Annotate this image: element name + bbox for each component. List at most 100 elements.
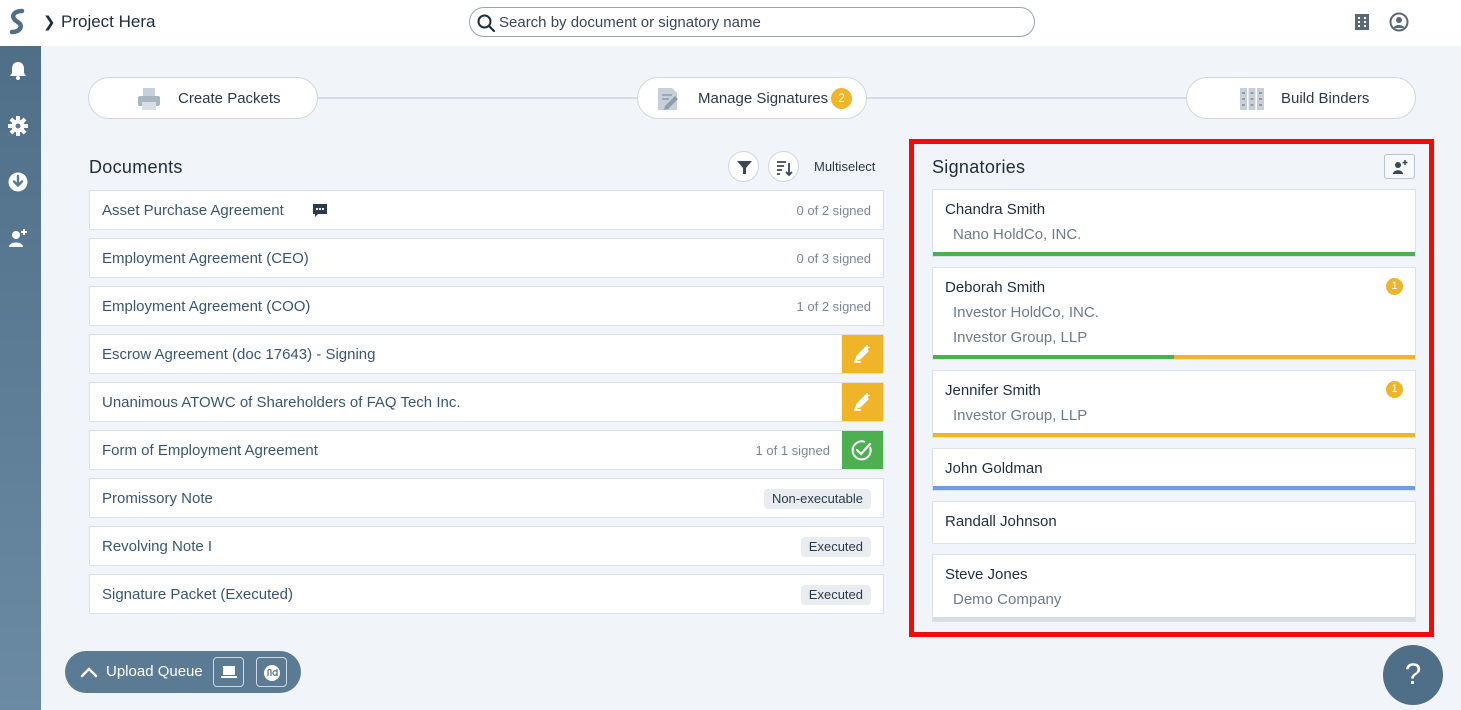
- signatory-name: Chandra Smith: [945, 201, 1046, 218]
- add-signatory-button[interactable]: [1384, 154, 1415, 179]
- document-row[interactable]: Employment Agreement (COO) 1 of 2 signed: [89, 286, 884, 326]
- document-name: Signature Packet (Executed): [102, 586, 293, 603]
- signatory-name: John Goldman: [945, 460, 1043, 477]
- signatory-card[interactable]: Deborah Smith 1 Investor HoldCo, INC. In…: [932, 267, 1416, 360]
- building-icon[interactable]: [1352, 12, 1372, 32]
- pending-count-badge: 1: [1386, 381, 1403, 398]
- sort-icon: [777, 161, 793, 177]
- laptop-icon: [221, 666, 237, 678]
- status-badge: Non-executable: [763, 489, 871, 509]
- filter-button[interactable]: [728, 151, 759, 182]
- upload-netdocs-button[interactable]: [256, 657, 287, 687]
- signing-progress-bar: [933, 252, 1415, 256]
- signing-progress-bar: [933, 433, 1415, 437]
- document-row[interactable]: Asset Purchase Agreement 0 of 2 signed: [89, 190, 884, 230]
- bell-icon[interactable]: [7, 59, 29, 81]
- signing-progress-bar: [933, 617, 1415, 621]
- signatories-title: Signatories: [932, 157, 1026, 177]
- filter-icon: [737, 161, 752, 174]
- document-name: Unanimous ATOWC of Shareholders of FAQ T…: [102, 394, 461, 411]
- signatory-org: Demo Company: [953, 591, 1062, 608]
- document-row[interactable]: Form of Employment Agreement 1 of 1 sign…: [89, 430, 884, 470]
- pending-count-badge: 1: [1386, 278, 1403, 295]
- upload-queue-label[interactable]: Upload Queue: [106, 663, 203, 680]
- app-logo-icon[interactable]: [6, 8, 28, 36]
- search-box[interactable]: [469, 7, 1035, 37]
- status-badge: Executed: [800, 585, 871, 605]
- signatory-org: Investor Group, LLP: [953, 329, 1088, 346]
- document-name: Form of Employment Agreement: [102, 442, 318, 459]
- search-input[interactable]: [499, 12, 1019, 32]
- pending-count-badge: 2: [831, 88, 852, 109]
- sign-action-button[interactable]: [842, 383, 883, 421]
- signatory-org: Investor HoldCo, INC.: [953, 304, 1099, 321]
- documents-title: Documents: [89, 157, 183, 177]
- signatory-card[interactable]: Jennifer Smith 1 Investor Group, LLP: [932, 370, 1416, 438]
- printer-icon: [138, 88, 160, 110]
- document-row[interactable]: Revolving Note I Executed: [89, 526, 884, 566]
- upload-local-button[interactable]: [213, 657, 244, 687]
- document-name: Employment Agreement (COO): [102, 298, 311, 315]
- signatory-org: Nano HoldCo, INC.: [953, 226, 1082, 243]
- signatory-name: Jennifer Smith: [945, 382, 1041, 399]
- document-name: Employment Agreement (CEO): [102, 250, 309, 267]
- step-manage-signatures[interactable]: Manage Signatures 2: [637, 77, 867, 119]
- left-rail: [0, 46, 41, 710]
- gear-icon[interactable]: [7, 115, 29, 137]
- sign-action-button[interactable]: [842, 335, 883, 373]
- comment-icon[interactable]: [312, 203, 328, 219]
- signed-status: 0 of 2 signed: [796, 203, 871, 218]
- signing-progress-bar: [933, 486, 1415, 490]
- pen-sign-icon: [854, 345, 870, 363]
- workflow-connector: [866, 97, 1187, 99]
- pen-sign-icon: [854, 393, 870, 411]
- document-name: Revolving Note I: [102, 538, 213, 555]
- help-button[interactable]: ?: [1383, 645, 1443, 705]
- step-build-binders[interactable]: Build Binders: [1186, 77, 1416, 119]
- document-row[interactable]: Signature Packet (Executed) Executed: [89, 574, 884, 614]
- complete-action-button[interactable]: [842, 431, 883, 469]
- signatory-name: Steve Jones: [945, 566, 1028, 583]
- step-create-packets[interactable]: Create Packets: [88, 77, 318, 119]
- signed-status: 0 of 3 signed: [796, 251, 871, 266]
- document-name: Promissory Note: [102, 490, 213, 507]
- add-user-icon: [1393, 160, 1408, 174]
- sort-button[interactable]: [768, 151, 799, 182]
- document-row[interactable]: Escrow Agreement (doc 17643) - Signing: [89, 334, 884, 374]
- signed-status: 1 of 2 signed: [796, 299, 871, 314]
- workflow-connector: [317, 97, 638, 99]
- signed-status: 1 of 1 signed: [755, 443, 830, 458]
- step-label: Build Binders: [1281, 90, 1370, 107]
- user-account-icon[interactable]: [1389, 12, 1409, 32]
- document-row[interactable]: Unanimous ATOWC of Shareholders of FAQ T…: [89, 382, 884, 422]
- binders-icon: [1240, 88, 1264, 110]
- upload-queue-panel[interactable]: Upload Queue: [65, 651, 301, 693]
- download-icon[interactable]: [7, 171, 29, 193]
- status-badge: Executed: [800, 537, 871, 557]
- document-row[interactable]: Promissory Note Non-executable: [89, 478, 884, 518]
- chevron-up-icon[interactable]: [80, 663, 98, 681]
- signatory-card[interactable]: Chandra Smith Nano HoldCo, INC.: [932, 189, 1416, 257]
- netdocuments-icon: [264, 665, 280, 681]
- signatory-card[interactable]: Randall Johnson: [932, 501, 1416, 544]
- step-label: Manage Signatures: [698, 90, 829, 107]
- signing-progress-bar: [1174, 355, 1415, 359]
- signing-progress-bar: [933, 355, 1174, 359]
- document-sign-icon: [658, 88, 678, 110]
- document-row[interactable]: Employment Agreement (CEO) 0 of 3 signed: [89, 238, 884, 278]
- page-title[interactable]: Project Hera: [61, 12, 155, 32]
- signatory-card[interactable]: Steve Jones Demo Company: [932, 554, 1416, 622]
- document-name: Asset Purchase Agreement: [102, 202, 284, 219]
- multiselect-toggle[interactable]: Multiselect: [814, 159, 875, 174]
- signatory-org: Investor Group, LLP: [953, 407, 1088, 424]
- search-icon: [477, 14, 496, 33]
- signatory-card[interactable]: John Goldman: [932, 448, 1416, 491]
- add-user-icon[interactable]: [7, 227, 29, 249]
- breadcrumb-chevron-icon: ❯: [43, 14, 56, 31]
- signatory-name: Deborah Smith: [945, 279, 1046, 296]
- check-circle-icon: [851, 440, 872, 461]
- step-label: Create Packets: [178, 90, 281, 107]
- top-bar: ❯ Project Hera: [0, 0, 1461, 46]
- signatory-name: Randall Johnson: [945, 513, 1057, 530]
- document-name: Escrow Agreement (doc 17643) - Signing: [102, 346, 376, 363]
